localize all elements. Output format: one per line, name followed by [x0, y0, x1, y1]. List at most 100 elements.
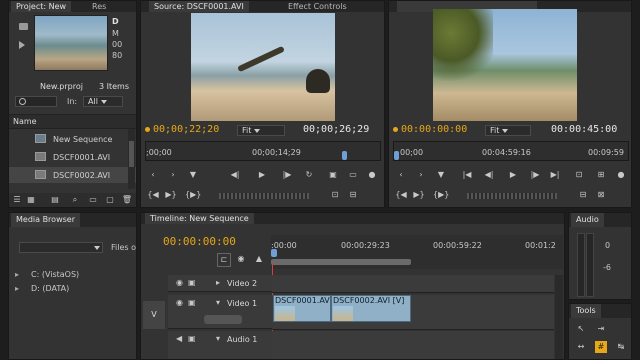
track-header-audio1[interactable]: ◀ ▣ ▾ Audio 1 [168, 331, 272, 359]
sequence-marker-icon[interactable]: ▲ [253, 253, 265, 265]
play-in-to-out-icon[interactable]: {▶} [433, 189, 449, 201]
export-frame-icon[interactable]: ⊟ [577, 189, 589, 201]
play-icon[interactable]: ▶ [507, 169, 519, 181]
rate-stretch-tool-icon[interactable]: ↹ [615, 341, 627, 353]
extract-icon[interactable]: ⊞ [595, 169, 607, 181]
selection-tool-icon[interactable]: ↖ [575, 323, 587, 335]
lock-icon[interactable]: ▣ [188, 298, 196, 307]
mark-in-icon[interactable]: ‹ [395, 169, 407, 181]
trim-icon[interactable]: ⊠ [595, 189, 607, 201]
settings-icon[interactable]: ● [615, 169, 627, 181]
marker-icon[interactable]: ▼ [187, 169, 199, 181]
set-marker-icon[interactable]: ◉ [235, 253, 247, 265]
track-select-tool-icon[interactable]: ⇥ [595, 323, 607, 335]
go-to-out-icon[interactable]: ▶} [165, 189, 177, 201]
go-to-out-icon[interactable]: ▶} [413, 189, 425, 201]
timeline-ruler[interactable]: :00:00 00:00:29:23 00:00:59:22 00:01:2 [271, 235, 563, 269]
eye-icon[interactable]: ◉ [176, 278, 183, 287]
icon-view-icon[interactable]: ▦ [25, 194, 37, 206]
source-time-ruler[interactable]: ;00;00 00;00;14;29 [145, 141, 381, 161]
tab-resources[interactable]: Res [87, 1, 111, 12]
settings-icon[interactable]: ● [366, 169, 378, 181]
tab-effect-controls[interactable]: Effect Controls [283, 1, 352, 12]
tab-source[interactable]: Source: DSCF0001.AVI [149, 1, 249, 12]
expand-arrow-icon[interactable]: ▸ [15, 270, 19, 279]
search-input[interactable] [15, 96, 57, 107]
tab-timeline[interactable]: Timeline: New Sequence [145, 213, 254, 224]
media-browser-path-dropdown[interactable] [19, 242, 103, 253]
new-bin-icon[interactable]: ▭ [87, 194, 99, 206]
program-current-timecode[interactable]: 00:00:00:00 [401, 124, 467, 135]
list-item-sequence[interactable]: New Sequence [9, 131, 136, 147]
track-lane-audio1[interactable] [272, 331, 554, 359]
mark-out-icon[interactable]: › [415, 169, 427, 181]
timeline-playhead[interactable] [271, 249, 277, 257]
source-playhead[interactable] [342, 151, 347, 160]
marker-icon[interactable]: ▼ [435, 169, 447, 181]
expand-arrow-icon[interactable]: ▸ [15, 284, 19, 293]
overlay-icon[interactable]: ⊟ [347, 189, 359, 201]
project-scrollbar[interactable] [128, 129, 135, 189]
lock-icon[interactable]: ▣ [188, 278, 196, 287]
list-item-dscf0002[interactable]: DSCF0002.AVI [9, 167, 136, 183]
eye-icon[interactable]: ◉ [176, 298, 183, 307]
play-icon[interactable]: ▶ [256, 169, 268, 181]
speaker-icon[interactable]: ◀ [176, 334, 182, 343]
program-time-ruler[interactable]: 00;00 00:04:59:16 00:09:59 [393, 141, 629, 161]
go-to-in-icon[interactable]: {◀ [395, 189, 407, 201]
trash-icon[interactable]: 🗑 [121, 194, 133, 206]
timeline-scrollbar[interactable] [555, 275, 563, 359]
timeline-clip-dscf0001[interactable]: DSCF0001.AVI [273, 295, 331, 322]
program-shuttle-slider[interactable] [467, 193, 557, 199]
output-icon[interactable]: ▭ [347, 169, 359, 181]
drive-c-item[interactable]: ▸ C: (VistaOS) [13, 269, 133, 281]
name-column-header[interactable]: Name [9, 114, 136, 129]
tab-audio[interactable]: Audio [571, 213, 604, 227]
collapse-arrow-icon[interactable]: ▸ [216, 278, 220, 287]
scrollbar-thumb[interactable] [129, 141, 134, 167]
source-current-timecode[interactable]: 00;00;22;20 [153, 124, 219, 135]
in-filter-dropdown[interactable]: All [83, 96, 123, 107]
lift-icon[interactable]: ⊡ [573, 169, 585, 181]
source-shuttle-slider[interactable] [219, 193, 309, 199]
step-forward-icon[interactable]: |▶ [281, 169, 293, 181]
new-item-icon[interactable]: ▢ [104, 194, 116, 206]
tab-media-browser[interactable]: Media Browser [11, 213, 80, 227]
track-lane-video2[interactable] [272, 275, 554, 293]
step-forward-icon[interactable]: |▶ [529, 169, 541, 181]
list-item-dscf0001[interactable]: DSCF0001.AVI [9, 149, 136, 165]
mark-out-icon[interactable]: › [167, 169, 179, 181]
expand-arrow-icon[interactable]: ▾ [216, 298, 220, 307]
source-fit-dropdown[interactable]: Fit [237, 125, 285, 136]
drive-d-item[interactable]: ▸ D: (DATA) [13, 283, 133, 295]
automate-icon[interactable]: ▤ [49, 194, 61, 206]
step-back-icon[interactable]: ◀| [229, 169, 241, 181]
ripple-edit-tool-icon[interactable]: ↔ [575, 341, 587, 353]
timeline-current-timecode[interactable]: 00:00:00:00 [163, 235, 236, 248]
track-header-video1[interactable]: ◉ ▣ ▾ Video 1 [168, 295, 272, 329]
go-to-previous-icon[interactable]: |◀ [461, 169, 473, 181]
snap-icon[interactable]: ⊏ [217, 253, 231, 267]
rolling-edit-tool-icon[interactable]: # [595, 341, 607, 353]
loop-icon[interactable]: ↻ [303, 169, 315, 181]
keyframe-nav-icon[interactable] [204, 315, 242, 324]
work-area-bar[interactable] [271, 259, 411, 265]
program-fit-dropdown[interactable]: Fit [485, 125, 531, 136]
find-icon[interactable]: ⌕ [69, 194, 81, 206]
safe-margins-icon[interactable]: ▣ [327, 169, 339, 181]
timeline-clip-dscf0002[interactable]: DSCF0002.AVI [V] [331, 295, 411, 322]
mark-in-icon[interactable]: ‹ [147, 169, 159, 181]
tab-project[interactable]: Project: New [11, 1, 72, 12]
track-target-label[interactable]: V [143, 301, 165, 329]
go-to-in-icon[interactable]: {◀ [147, 189, 159, 201]
go-to-next-icon[interactable]: ▶| [549, 169, 561, 181]
insert-icon[interactable]: ⊡ [329, 189, 341, 201]
track-header-video2[interactable]: ◉ ▣ ▸ Video 2 [168, 275, 272, 292]
list-view-icon[interactable]: ☰ [11, 194, 23, 206]
tab-tools[interactable]: Tools [571, 304, 601, 318]
program-playhead[interactable] [394, 151, 399, 160]
lock-icon[interactable]: ▣ [188, 334, 196, 343]
step-back-icon[interactable]: ◀| [483, 169, 495, 181]
track-lane-video1[interactable]: DSCF0001.AVI DSCF0002.AVI [V] [272, 295, 554, 330]
play-in-to-out-icon[interactable]: {▶} [185, 189, 201, 201]
